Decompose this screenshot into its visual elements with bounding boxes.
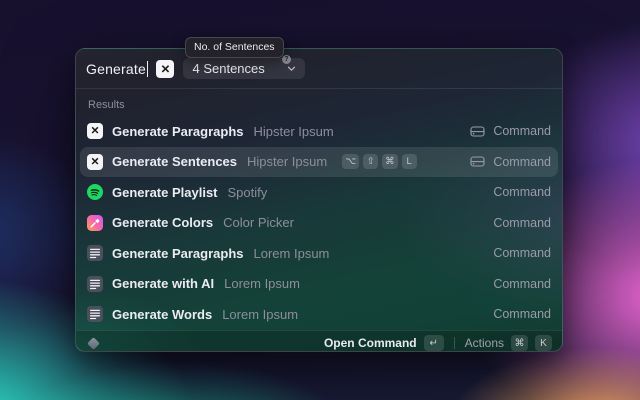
result-subtitle: Lorem Ipsum — [224, 276, 300, 292]
result-type: Command — [493, 276, 551, 291]
open-command-button[interactable]: Open Command — [324, 336, 417, 350]
chevron-down-icon — [288, 66, 296, 71]
actions-button[interactable]: Actions — [465, 336, 504, 350]
lorem-ipsum-icon — [87, 245, 103, 262]
result-row-selected[interactable]: ✕ Generate Sentences Hipster Ipsum ⌥ ⇧ ⌘… — [80, 146, 558, 177]
drive-icon — [470, 126, 485, 137]
result-subtitle: Lorem Ipsum — [222, 306, 299, 322]
result-subtitle: Spotify — [227, 184, 268, 200]
launcher-window: Generate ✕ 4 Sentences ? Results ✕ Gener… — [75, 48, 563, 352]
result-row[interactable]: Generate Words Lorem Ipsum Command — [80, 299, 558, 330]
raycast-logo-icon — [87, 336, 100, 350]
command-key: ⌘ — [382, 154, 398, 170]
result-subtitle: Hipster Ipsum — [253, 123, 334, 139]
shortcut-keys: ⌥ ⇧ ⌘ L — [342, 154, 417, 170]
result-row[interactable]: Generate Playlist Spotify Command — [80, 177, 558, 208]
option-key: ⌥ — [342, 154, 360, 170]
dropdown-tooltip: No. of Sentences — [185, 37, 284, 58]
result-row[interactable]: Generate Paragraphs Lorem Ipsum Command — [80, 238, 558, 269]
hipster-ipsum-icon: ✕ — [87, 123, 103, 140]
hipster-ipsum-icon: ✕ — [156, 59, 175, 78]
shift-key: ⇧ — [363, 154, 379, 170]
result-row[interactable]: Generate Colors Color Picker Command — [80, 208, 558, 239]
action-bar: Open Command ↵ Actions ⌘ K — [76, 329, 562, 351]
result-title: Generate Words — [112, 306, 213, 322]
result-title: Generate Paragraphs — [112, 123, 244, 139]
result-title: Generate Paragraphs — [112, 245, 244, 261]
lorem-ipsum-icon — [87, 275, 103, 292]
result-title: Generate Colors — [112, 215, 214, 231]
result-type: Command — [493, 185, 551, 200]
result-title: Generate with AI — [112, 276, 215, 292]
result-row[interactable]: Generate with AI Lorem Ipsum Command — [80, 269, 558, 300]
lorem-ipsum-icon — [87, 306, 103, 323]
result-type: Command — [493, 246, 551, 261]
footer-divider — [453, 337, 455, 349]
drive-icon — [470, 156, 485, 167]
result-type: Command — [493, 215, 551, 230]
desktop: { "tooltip": { "text": "No. of Sentences… — [0, 0, 640, 400]
spotify-icon — [87, 184, 103, 201]
command-key: ⌘ — [511, 335, 528, 351]
result-subtitle: Lorem Ipsum — [253, 245, 330, 261]
return-key: ↵ — [423, 335, 444, 351]
results-list: ✕ Generate Paragraphs Hipster Ipsum Comm… — [76, 113, 562, 330]
result-type: Command — [493, 307, 551, 322]
search-input[interactable]: Generate — [86, 61, 146, 77]
color-picker-icon — [87, 214, 103, 231]
result-row[interactable]: ✕ Generate Paragraphs Hipster Ipsum Comm… — [80, 116, 558, 147]
result-subtitle: Hipster Ipsum — [247, 154, 328, 170]
l-key: L — [401, 154, 417, 170]
k-key: K — [535, 335, 552, 351]
results-section-label: Results — [88, 99, 125, 111]
info-badge-icon[interactable]: ? — [282, 55, 291, 64]
result-type: Command — [493, 154, 551, 169]
hipster-ipsum-icon: ✕ — [87, 153, 103, 170]
sentences-dropdown-value: 4 Sentences — [192, 61, 265, 76]
text-caret — [146, 60, 149, 77]
search-bar: Generate ✕ 4 Sentences ? — [76, 49, 562, 89]
result-title: Generate Playlist — [112, 184, 218, 200]
result-subtitle: Color Picker — [223, 215, 294, 231]
result-type: Command — [493, 124, 551, 139]
result-title: Generate Sentences — [112, 154, 238, 170]
